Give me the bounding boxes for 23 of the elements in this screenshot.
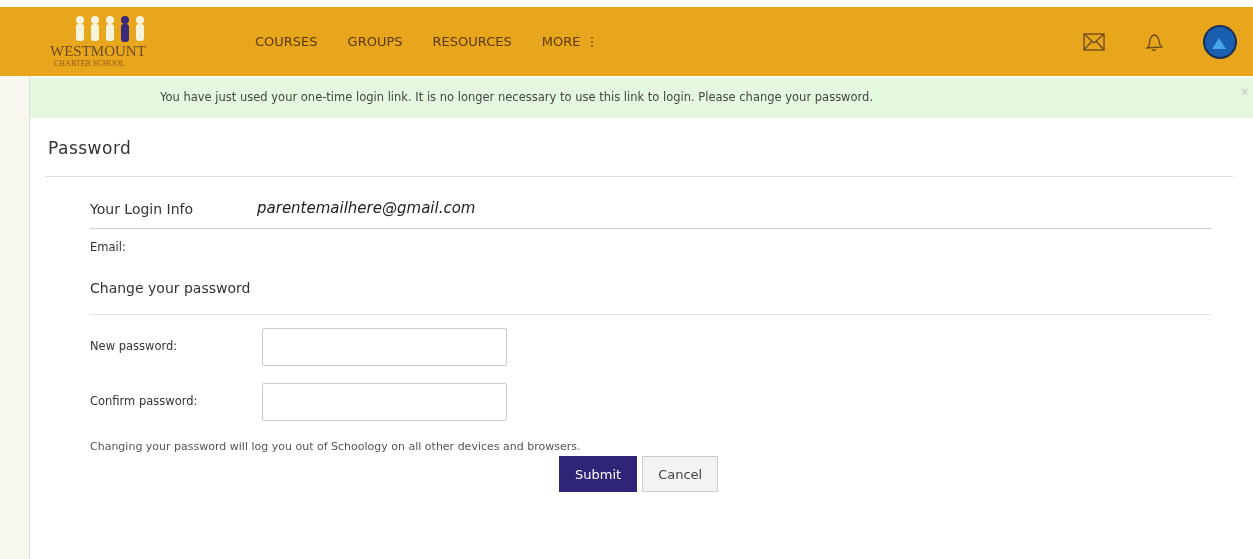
nav-link[interactable]: COURSES	[255, 31, 318, 52]
cancel-button[interactable]: Cancel	[642, 456, 719, 493]
field-label: New password:	[90, 338, 179, 356]
nav-link[interactable]: GROUPS	[347, 31, 403, 52]
more-menu-icon[interactable]: ⋮	[585, 31, 599, 52]
message-text: You have just used your one-time login link. It is no longer necessary to use this link to login. Please change your password.	[160, 89, 874, 107]
logo-subtitle: CHARTER SCHOOL	[54, 59, 125, 68]
nav-link[interactable]: MORE	[541, 31, 581, 52]
avatar-icon[interactable]	[1203, 24, 1237, 59]
logout-note: Changing your password will log you out of Schoology on all other devices and browsers.	[90, 438, 582, 455]
page-title: Password	[48, 137, 133, 160]
mail-icon[interactable]	[1083, 32, 1105, 51]
field-label: Confirm password:	[90, 393, 199, 411]
password-field[interactable]	[262, 327, 507, 366]
logo-name: WESTMOUNT	[50, 43, 146, 59]
bell-icon[interactable]	[1145, 31, 1163, 52]
password-field[interactable]	[262, 382, 507, 421]
nav-link[interactable]: RESOURCES	[432, 31, 512, 52]
submit-button[interactable]: Submit	[559, 456, 638, 493]
email-label: Email:	[90, 238, 127, 256]
section-heading: Change your password	[90, 279, 251, 296]
login-email: parentemailhere@gmail.com	[257, 198, 476, 219]
section-heading: Your Login Info	[90, 199, 195, 219]
